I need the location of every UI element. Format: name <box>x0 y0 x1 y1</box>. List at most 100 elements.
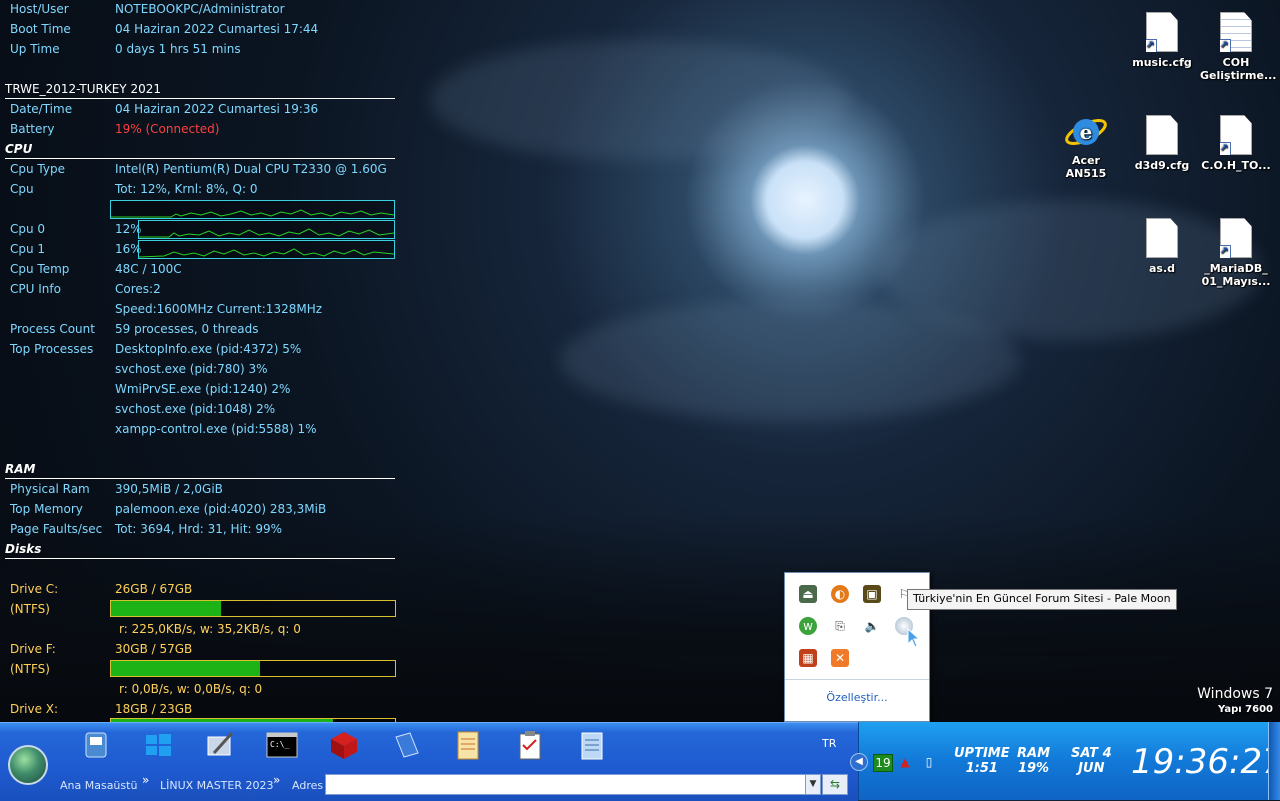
top-memory-label: Top Memory <box>10 502 83 516</box>
address-label: Adres <box>292 779 324 792</box>
desktop-icon-label: as.d <box>1148 262 1176 275</box>
watermark-line1: Windows 7 <box>1197 686 1273 702</box>
watermark-line2: Yapı 7600 <box>1218 704 1273 715</box>
ram-widget: RAM 19% <box>1017 746 1050 776</box>
desktop-icon-coh[interactable]: ↗ COH Geliştirme... <box>1200 12 1277 82</box>
tooltip: Türkiye'nin En Güncel Forum Sitesi - Pal… <box>907 589 1177 610</box>
cpu-value: Tot: 12%, Krnl: 8%, Q: 0 <box>115 182 258 196</box>
desktop-info-panel: Host/User NOTEBOOKPC/Administrator Boot T… <box>0 0 400 722</box>
app-tray-icon[interactable]: ▣ <box>863 585 881 603</box>
desktop-icon-label: C.O.H_TO... <box>1201 159 1271 172</box>
clipboard-icon[interactable] <box>514 729 546 761</box>
desktop-icon-mariadb[interactable]: ↗ _MariaDB_ 01_Mayıs... <box>1200 218 1272 288</box>
process-item: svchost.exe (pid:780) 3% <box>115 362 268 376</box>
cloud <box>430 40 850 160</box>
boot-value: 04 Haziran 2022 Cumartesi 17:44 <box>115 22 319 36</box>
usb-drive-icon[interactable] <box>80 729 112 761</box>
drive-f-io: r: 0,0B/s, w: 0,0B/s, q: 0 <box>119 682 263 696</box>
power-plug-icon[interactable]: ⎘ <box>831 617 849 635</box>
cpu1-graph <box>138 240 395 259</box>
system-tray: ◀ 19 ▲ ▯ UPTIME 1:51 RAM 19% SAT 4 JUN 1… <box>850 722 1280 800</box>
file-icon: ↗ <box>1146 12 1178 52</box>
customize-link[interactable]: Özelleştir... <box>785 691 929 704</box>
toolbar-chevron-icon[interactable]: » <box>273 773 280 787</box>
command-prompt-icon[interactable]: C:\_ <box>266 729 298 761</box>
top-processes-label: Top Processes <box>10 342 94 356</box>
physical-ram-value: 390,5MiB / 2,0GiB <box>115 482 223 496</box>
rubiks-cube-icon[interactable] <box>328 729 360 761</box>
shortcut-arrow-icon: ↗ <box>1220 39 1231 52</box>
clock[interactable]: 19:36:27 <box>1131 742 1280 782</box>
toolbar-ana-masaustu[interactable]: Ana Masaüstü <box>60 779 137 792</box>
uptime-widget: UPTIME 1:51 <box>954 746 1010 776</box>
svg-text:e: e <box>1080 120 1093 144</box>
section-title: TRWE_2012-TURKEY 2021 <box>5 82 161 96</box>
drive-c-usage-fill <box>111 601 222 616</box>
date-widget[interactable]: SAT 4 JUN <box>1071 746 1112 776</box>
desktop-icon-d3d9-cfg[interactable]: d3d9.cfg <box>1126 115 1198 172</box>
media-player-icon[interactable]: ◐ <box>831 585 849 603</box>
shortcut-arrow-icon: ↗ <box>1220 245 1231 258</box>
usb-safe-remove-icon[interactable]: ⏏ <box>799 585 817 603</box>
divider <box>5 558 395 559</box>
uptime-label: Up Time <box>10 42 60 56</box>
battery-icon[interactable]: ▯ <box>921 754 937 770</box>
network-warning-icon[interactable]: ▲ <box>897 754 913 770</box>
ram-header: RAM <box>5 462 36 476</box>
desktop-icon-coh-to[interactable]: ↗ C.O.H_TO... <box>1200 115 1272 172</box>
cpu-speed-value: Speed:1600MHz Current:1328MHz <box>115 302 323 316</box>
ram-widget-label: RAM <box>1017 746 1051 761</box>
process-count-value: 59 processes, 0 threads <box>115 322 259 336</box>
uptime-widget-value: 1:51 <box>965 761 998 776</box>
divider <box>5 98 395 99</box>
toolbar-linux-master[interactable]: LİNUX MASTER 2023 <box>160 779 274 792</box>
ram-widget-value: 19% <box>1017 761 1050 776</box>
drive-c-label: Drive C: <box>10 582 59 596</box>
address-input[interactable] <box>325 774 807 795</box>
cpu-type-label: Cpu Type <box>10 162 65 176</box>
desktop-icon-music-cfg[interactable]: ↗ music.cfg <box>1126 12 1198 69</box>
shortcut-arrow-icon: ↗ <box>1146 39 1157 52</box>
physical-ram-label: Physical Ram <box>10 482 90 496</box>
address-dropdown-icon[interactable]: ▼ <box>805 774 821 795</box>
popup-divider <box>785 679 929 680</box>
drive-c-usage-bar <box>110 600 396 617</box>
page-faults-label: Page Faults/sec <box>10 522 103 536</box>
show-desktop-button[interactable] <box>1268 722 1280 800</box>
file-icon: ↗ <box>1220 115 1252 155</box>
process-item: WmiPrvSE.exe (pid:1240) 2% <box>115 382 291 396</box>
pen-tablet-icon[interactable] <box>204 729 236 761</box>
show-hidden-icons-button[interactable]: ◀ <box>850 753 868 771</box>
xampp-icon[interactable]: ✕ <box>831 649 849 667</box>
cpu-header: CPU <box>5 142 33 156</box>
windows-logo-icon[interactable] <box>142 729 174 761</box>
desktop-icon-as-d[interactable]: as.d <box>1126 218 1198 275</box>
blocks-app-icon[interactable]: ▦ <box>799 649 817 667</box>
drive-f-value: 30GB / 57GB <box>115 642 193 656</box>
cpu-temp-label: Cpu Temp <box>10 262 70 276</box>
volume-icon[interactable]: 🔈 <box>863 617 881 635</box>
cpu-label: Cpu <box>10 182 34 196</box>
drive-c-value: 26GB / 67GB <box>115 582 193 596</box>
tray-badge[interactable]: 19 <box>873 754 893 772</box>
toolbar-chevron-icon[interactable]: » <box>142 773 149 787</box>
notes-icon[interactable] <box>576 729 608 761</box>
windows-watermark: Windows 7 Yapı 7600 <box>1197 686 1273 715</box>
language-indicator[interactable]: TR <box>822 737 836 750</box>
desktop-icon-label: Acer AN515 <box>1065 154 1107 180</box>
cpu-type-value: Intel(R) Pentium(R) Dual CPU T2330 @ 1.6… <box>115 162 387 176</box>
mouse-cursor-icon <box>907 628 921 648</box>
desktop-icon-label: COH Geliştirme... <box>1200 56 1277 82</box>
uptime-value: 0 days 1 hrs 51 mins <box>115 42 241 56</box>
cloud <box>560 300 1020 420</box>
address-go-icon[interactable]: ⇆ <box>822 774 848 795</box>
top-memory-value: palemoon.exe (pid:4020) 283,3MiB <box>115 502 327 516</box>
notepad-icon[interactable] <box>452 729 484 761</box>
battery-value: 19% (Connected) <box>115 122 220 136</box>
disks-header: Disks <box>5 542 42 556</box>
cpu0-label: Cpu 0 <box>10 222 46 236</box>
w-app-icon[interactable]: w <box>799 617 817 635</box>
start-button[interactable] <box>8 745 48 785</box>
book-icon[interactable] <box>390 729 422 761</box>
desktop-icon-acer[interactable]: e Acer AN515 <box>1050 112 1122 180</box>
